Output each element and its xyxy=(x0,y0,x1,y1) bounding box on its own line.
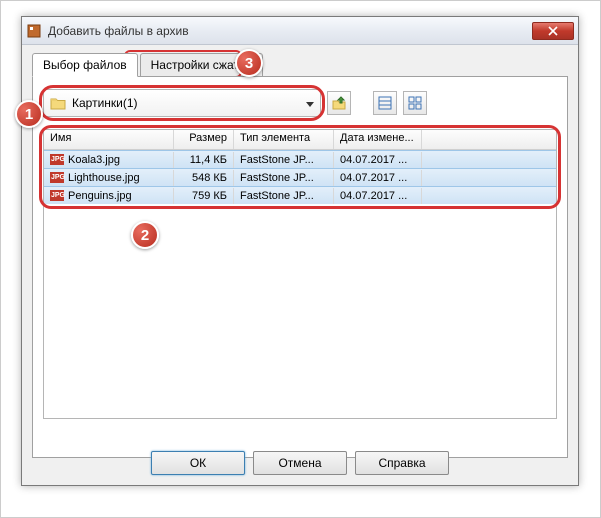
ok-button[interactable]: ОК xyxy=(151,451,245,475)
file-list[interactable]: Имя Размер Тип элемента Дата измене... J… xyxy=(43,129,557,419)
view-tiles-button[interactable] xyxy=(403,91,427,115)
jpg-file-icon: JPG xyxy=(50,190,64,201)
column-name[interactable]: Имя xyxy=(44,130,174,149)
list-view-icon xyxy=(378,96,392,110)
column-size[interactable]: Размер xyxy=(174,130,234,149)
folder-up-icon xyxy=(331,95,347,111)
folder-toolbar: Картинки(1) xyxy=(43,89,557,117)
table-row[interactable]: JPG Lighthouse.jpg 548 КБ FastStone JP...… xyxy=(44,168,556,186)
annotation-marker-3: 3 xyxy=(235,49,263,77)
file-size: 11,4 КБ xyxy=(174,152,234,168)
file-type: FastStone JP... xyxy=(234,170,334,186)
cancel-button[interactable]: Отмена xyxy=(253,451,347,475)
folder-up-button[interactable] xyxy=(327,91,351,115)
close-icon xyxy=(548,26,558,36)
file-size: 759 КБ xyxy=(174,188,234,204)
file-date: 04.07.2017 ... xyxy=(334,188,422,204)
table-row[interactable]: JPG Koala3.jpg 11,4 КБ FastStone JP... 04… xyxy=(44,150,556,168)
folder-icon xyxy=(50,96,66,110)
jpg-file-icon: JPG xyxy=(50,172,64,183)
app-icon xyxy=(26,23,42,39)
file-name: Lighthouse.jpg xyxy=(68,172,140,184)
file-type: FastStone JP... xyxy=(234,188,334,204)
tile-view-icon xyxy=(408,96,422,110)
jpg-file-icon: JPG xyxy=(50,154,64,165)
dialog-window: Добавить файлы в архив Выбор файлов Наст… xyxy=(21,16,579,486)
tab-files[interactable]: Выбор файлов xyxy=(32,53,138,77)
titlebar: Добавить файлы в архив xyxy=(22,17,578,45)
file-name: Koala3.jpg xyxy=(68,154,120,166)
dialog-button-row: ОК Отмена Справка xyxy=(22,451,578,475)
content-area: Выбор файлов Настройки сжатия xyxy=(22,45,578,466)
table-row[interactable]: JPG Penguins.jpg 759 КБ FastStone JP... 0… xyxy=(44,186,556,204)
annotation-marker-1: 1 xyxy=(15,100,43,128)
folder-selector[interactable]: Картинки(1) xyxy=(43,89,321,117)
chevron-down-icon xyxy=(306,96,314,110)
folder-name: Картинки(1) xyxy=(72,96,138,110)
file-date: 04.07.2017 ... xyxy=(334,152,422,168)
close-button[interactable] xyxy=(532,22,574,40)
file-name: Penguins.jpg xyxy=(68,190,132,202)
column-type[interactable]: Тип элемента xyxy=(234,130,334,149)
file-type: FastStone JP... xyxy=(234,152,334,168)
column-date[interactable]: Дата измене... xyxy=(334,130,422,149)
file-size: 548 КБ xyxy=(174,170,234,186)
file-list-header: Имя Размер Тип элемента Дата измене... xyxy=(44,130,556,150)
tab-panel: Картинки(1) xyxy=(32,76,568,458)
tab-bar: Выбор файлов Настройки сжатия xyxy=(32,53,568,77)
view-list-button[interactable] xyxy=(373,91,397,115)
annotation-marker-2: 2 xyxy=(131,221,159,249)
help-button[interactable]: Справка xyxy=(355,451,449,475)
file-date: 04.07.2017 ... xyxy=(334,170,422,186)
window-title: Добавить файлы в архив xyxy=(48,24,532,38)
